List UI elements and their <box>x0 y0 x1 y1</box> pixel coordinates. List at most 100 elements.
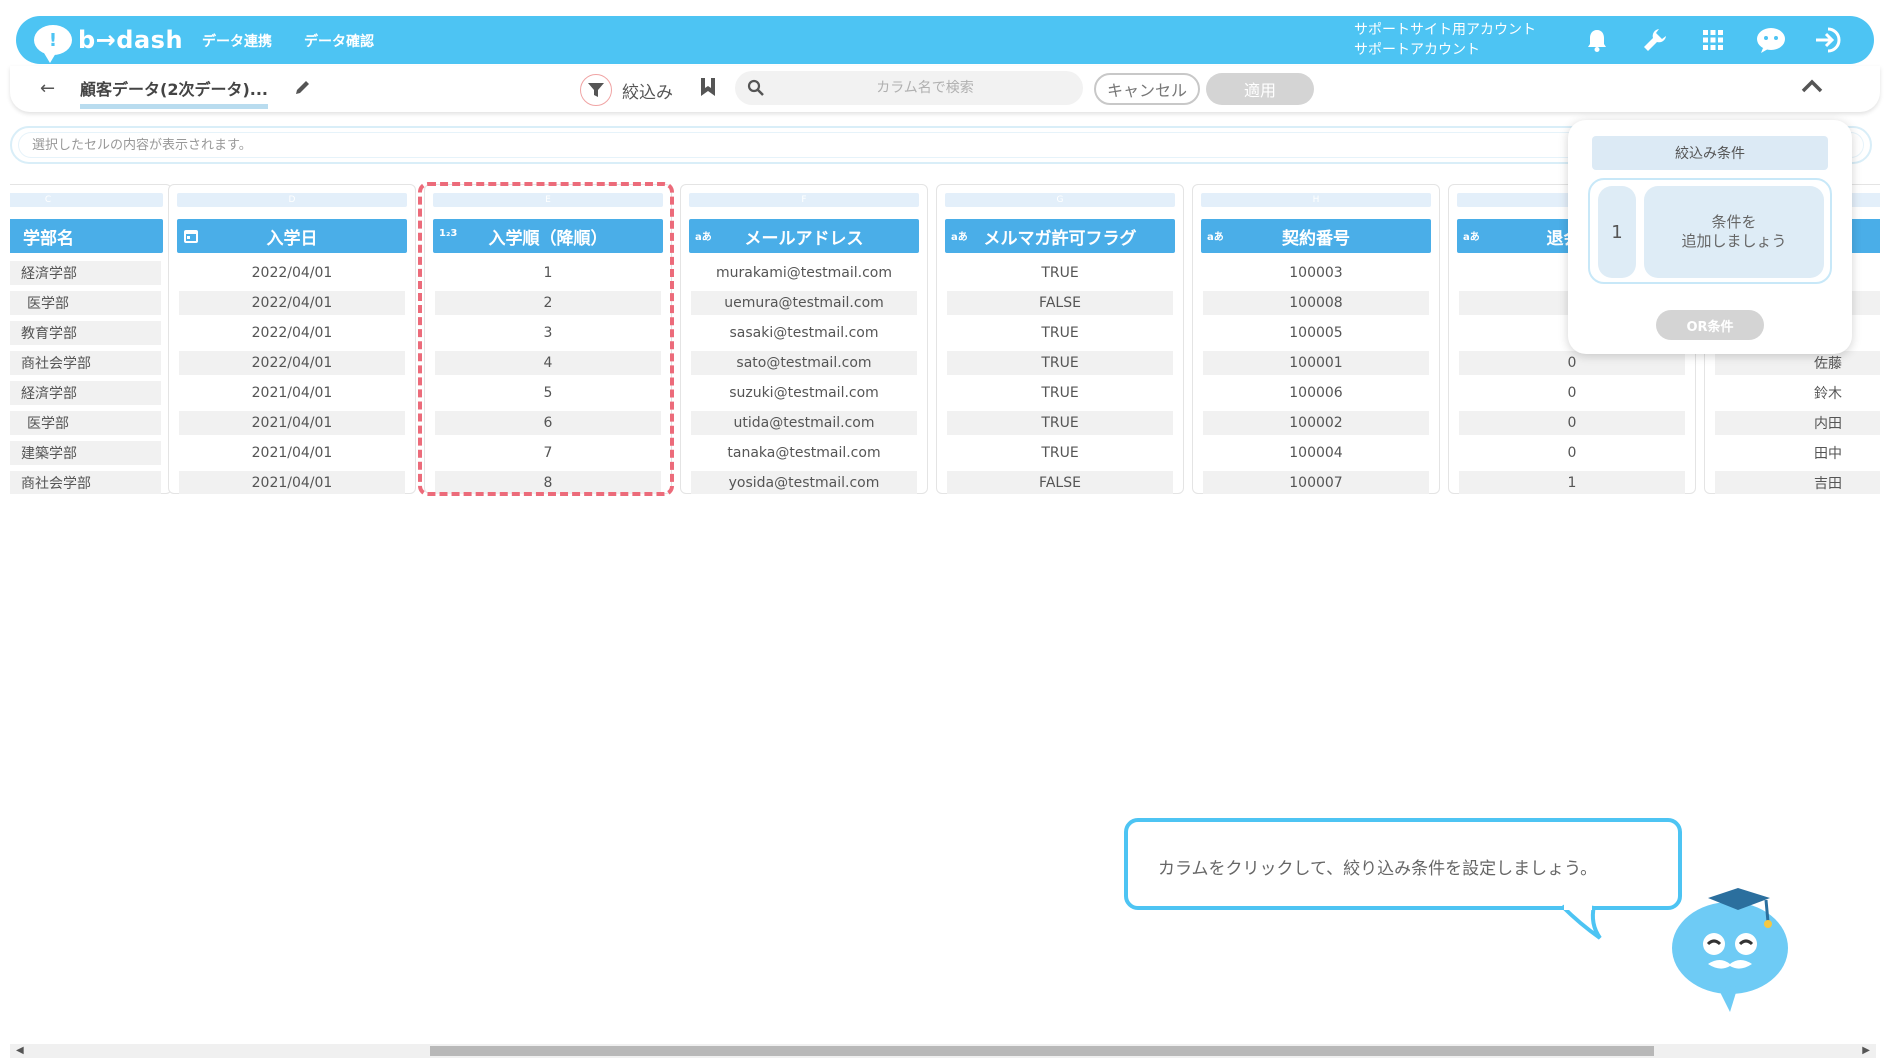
table-cell[interactable]: 2021/04/01 <box>179 471 405 494</box>
table-cell[interactable]: 100006 <box>1203 381 1429 405</box>
column-header[interactable]: aあ メルマガ許可フラグ <box>945 219 1175 253</box>
table-cell[interactable]: murakami@testmail.com <box>691 261 917 285</box>
column-f[interactable]: F aあ メールアドレス murakami@testmail.com uemur… <box>680 184 928 494</box>
table-cell[interactable]: 商社会学部 <box>10 471 161 494</box>
table-cell[interactable]: 医学部 <box>10 411 161 435</box>
sheet-title[interactable]: 顧客データ(2次データ)... <box>80 76 268 109</box>
or-condition-button[interactable]: OR条件 <box>1656 310 1764 340</box>
table-cell[interactable]: suzuki@testmail.com <box>691 381 917 405</box>
table-cell[interactable]: 2022/04/01 <box>179 351 405 375</box>
scroll-right-icon[interactable]: ▶ <box>1862 1045 1870 1056</box>
table-cell[interactable]: 100001 <box>1203 351 1429 375</box>
table-cell[interactable]: 商社会学部 <box>10 351 161 375</box>
table-cell[interactable]: 医学部 <box>10 291 161 315</box>
apply-button[interactable]: 適用 <box>1206 73 1314 105</box>
nav-data-integration[interactable]: データ連携 <box>202 31 272 51</box>
back-arrow-icon[interactable]: ← <box>40 78 55 99</box>
logout-icon[interactable] <box>1812 26 1846 54</box>
column-letter: D <box>177 193 407 207</box>
table-cell[interactable]: TRUE <box>947 441 1173 465</box>
table-cell[interactable]: TRUE <box>947 381 1173 405</box>
filter-icon[interactable] <box>580 74 612 106</box>
table-cell[interactable]: 5 <box>435 381 661 405</box>
table-cell[interactable]: 0 <box>1459 351 1685 375</box>
header-icons <box>1580 26 1846 54</box>
scrollbar-thumb[interactable] <box>430 1046 1654 1056</box>
table-cell[interactable]: FALSE <box>947 471 1173 494</box>
table-cell[interactable]: 2021/04/01 <box>179 441 405 465</box>
add-condition-slot[interactable]: 条件を 追加しましょう <box>1644 186 1824 278</box>
table-cell[interactable]: uemura@testmail.com <box>691 291 917 315</box>
table-cell[interactable]: TRUE <box>947 411 1173 435</box>
account-info[interactable]: サポートサイト用アカウント サポートアカウント <box>1354 20 1536 60</box>
table-cell[interactable]: 建築学部 <box>10 441 161 465</box>
table-cell[interactable]: 3 <box>435 321 661 345</box>
column-header[interactable]: aあ 契約番号 <box>1201 219 1431 253</box>
table-cell[interactable]: FALSE <box>947 291 1173 315</box>
table-cell[interactable]: 0 <box>1459 411 1685 435</box>
nav-data-check[interactable]: データ確認 <box>304 31 374 51</box>
table-cell[interactable]: yosida@testmail.com <box>691 471 917 494</box>
column-header[interactable]: 1₂3 入学順（降順） <box>433 219 663 253</box>
table-cell[interactable]: 6 <box>435 411 661 435</box>
table-cell[interactable]: 1 <box>435 261 661 285</box>
table-cell[interactable]: 田中 <box>1715 441 1880 465</box>
table-cell[interactable]: 100007 <box>1203 471 1429 494</box>
table-cell[interactable]: 4 <box>435 351 661 375</box>
horizontal-scrollbar[interactable]: ◀ ▶ <box>10 1044 1876 1058</box>
table-cell[interactable]: 佐藤 <box>1715 351 1880 375</box>
b-dash-logo[interactable]: ! b→dash <box>34 22 183 63</box>
table-cell[interactable]: 2022/04/01 <box>179 321 405 345</box>
table-cell[interactable]: sato@testmail.com <box>691 351 917 375</box>
table-cell[interactable]: 経済学部 <box>10 381 161 405</box>
pencil-icon[interactable] <box>294 78 312 100</box>
table-cell[interactable]: 内田 <box>1715 411 1880 435</box>
column-d[interactable]: D 入学日 2022/04/01 2022/04/01 2022/04/01 2… <box>168 184 416 494</box>
table-cell[interactable]: 2021/04/01 <box>179 411 405 435</box>
table-cell[interactable]: TRUE <box>947 321 1173 345</box>
column-header[interactable]: aあ メールアドレス <box>689 219 919 253</box>
table-cell[interactable]: 教育学部 <box>10 321 161 345</box>
bell-icon[interactable] <box>1580 26 1614 54</box>
search-input[interactable] <box>775 71 1075 105</box>
table-cell[interactable]: sasaki@testmail.com <box>691 321 917 345</box>
table-cell[interactable]: 吉田 <box>1715 471 1880 494</box>
column-g[interactable]: G aあ メルマガ許可フラグ TRUE FALSE TRUE TRUE TRUE… <box>936 184 1184 494</box>
table-cell[interactable]: 鈴木 <box>1715 381 1880 405</box>
column-header[interactable]: 入学日 <box>177 219 407 253</box>
text-type-icon: aあ <box>695 232 712 243</box>
table-cell[interactable]: tanaka@testmail.com <box>691 441 917 465</box>
table-cell[interactable]: 0 <box>1459 441 1685 465</box>
bookmark-icon[interactable] <box>698 76 718 102</box>
column-h[interactable]: H aあ 契約番号 100003 100008 100005 100001 10… <box>1192 184 1440 494</box>
calendar-icon <box>183 228 199 247</box>
table-cell[interactable]: 100002 <box>1203 411 1429 435</box>
table-cell[interactable]: 100005 <box>1203 321 1429 345</box>
column-header-label: メルマガ許可フラグ <box>983 228 1137 249</box>
table-cell[interactable]: 2021/04/01 <box>179 381 405 405</box>
table-cell[interactable]: 2022/04/01 <box>179 291 405 315</box>
table-cell[interactable]: 2022/04/01 <box>179 261 405 285</box>
table-cell[interactable]: 100004 <box>1203 441 1429 465</box>
table-cell[interactable]: 2 <box>435 291 661 315</box>
chevron-up-icon[interactable] <box>1800 78 1824 98</box>
column-c[interactable]: C 学部名 経済学部 医学部 教育学部 商社会学部 経済学部 医学部 建築学部 … <box>10 184 172 494</box>
table-cell[interactable]: 1 <box>1459 471 1685 494</box>
table-cell[interactable]: 8 <box>435 471 661 494</box>
table-cell[interactable]: TRUE <box>947 351 1173 375</box>
table-cell[interactable]: 7 <box>435 441 661 465</box>
column-e[interactable]: E 1₂3 入学順（降順） 1 2 3 4 5 6 7 8 <box>424 184 672 494</box>
cancel-button[interactable]: キャンセル <box>1094 73 1200 105</box>
table-cell[interactable]: 100003 <box>1203 261 1429 285</box>
table-cell[interactable]: 100008 <box>1203 291 1429 315</box>
column-header[interactable]: 学部名 <box>10 219 163 253</box>
wrench-icon[interactable] <box>1638 26 1672 54</box>
apps-grid-icon[interactable] <box>1696 26 1730 54</box>
top-header-bar: ! b→dash データ連携 データ確認 サポートサイト用アカウント サポートア… <box>16 16 1874 64</box>
chat-mascot-icon[interactable] <box>1754 26 1788 54</box>
table-cell[interactable]: 経済学部 <box>10 261 161 285</box>
table-cell[interactable]: utida@testmail.com <box>691 411 917 435</box>
scroll-left-icon[interactable]: ◀ <box>16 1045 24 1056</box>
table-cell[interactable]: 0 <box>1459 381 1685 405</box>
table-cell[interactable]: TRUE <box>947 261 1173 285</box>
